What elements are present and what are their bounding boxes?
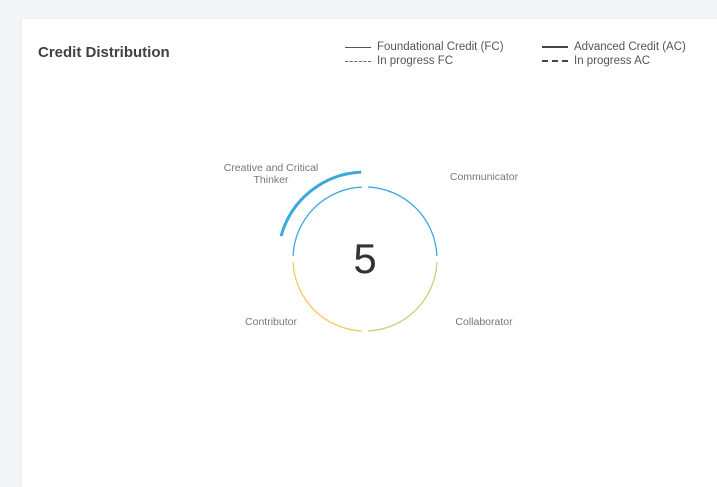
credit-donut-chart: 5 Communicator Collaborator Contributor Cre…	[224, 162, 519, 332]
foundational-credit-arc	[368, 262, 438, 332]
segment-label: Creative and Critical Thinker	[224, 162, 319, 186]
segment-label: Communicator	[450, 171, 519, 183]
credit-distribution-card: Credit Distribution Foundational Credit …	[22, 19, 717, 487]
advanced-credit-arc	[279, 170, 362, 237]
foundational-credit-arc	[292, 262, 362, 332]
segment-label: Collaborator	[455, 316, 513, 328]
foundational-credit-arc	[368, 186, 438, 256]
segment-label: Contributor	[245, 316, 297, 328]
credit-total-value: 5	[353, 235, 376, 282]
